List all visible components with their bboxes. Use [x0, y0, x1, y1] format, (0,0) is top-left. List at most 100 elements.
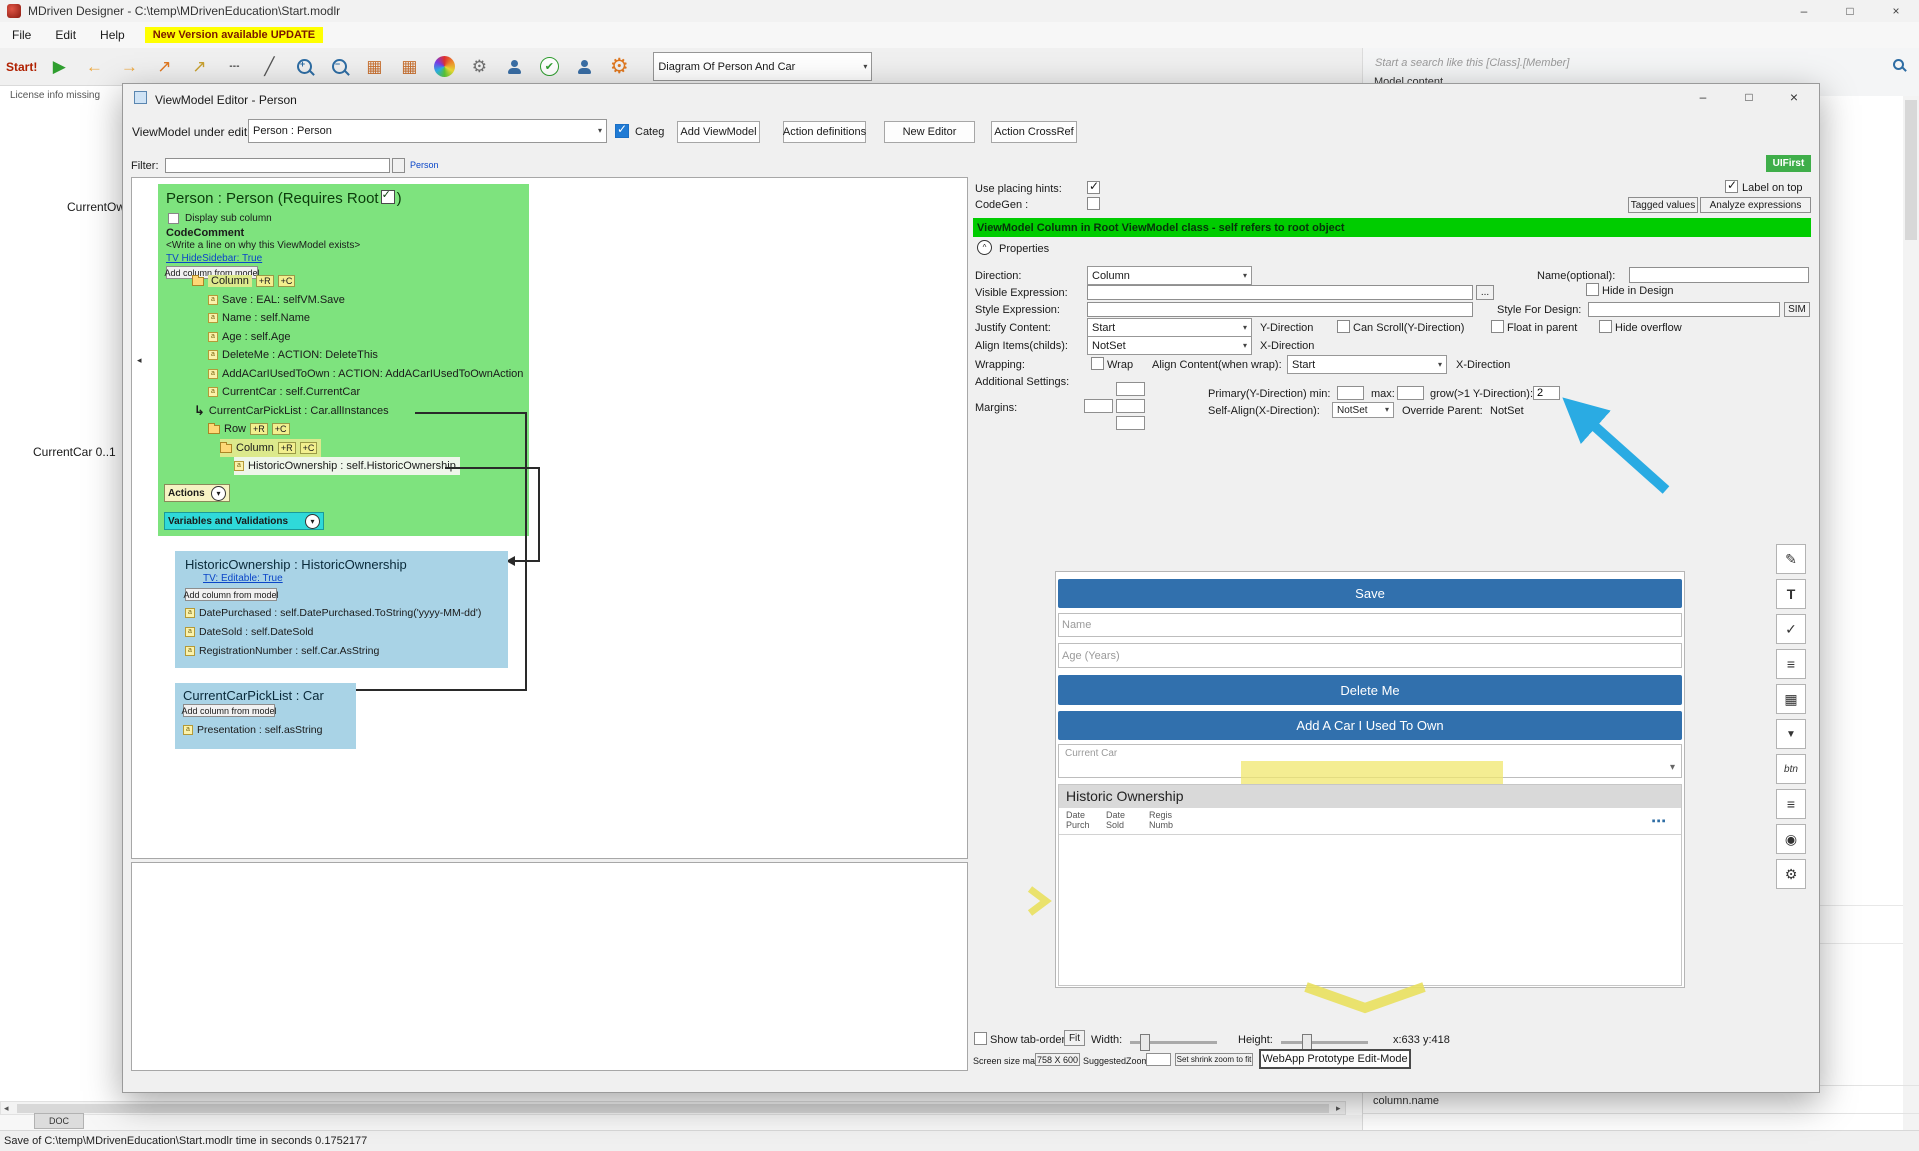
- tree-item-currentcarpicklist[interactable]: ↳ CurrentCarPickList : Car.allInstances: [194, 402, 389, 420]
- preview-age-input[interactable]: [1058, 643, 1682, 668]
- side-icon-image[interactable]: ◉: [1776, 824, 1806, 854]
- column-header[interactable]: RegisNumb: [1149, 810, 1173, 830]
- panel-item-datepurchased[interactable]: a DatePurchased : self.DatePurchased.ToS…: [185, 604, 481, 622]
- panel-item-registrationnumber[interactable]: a RegistrationNumber : self.Car.AsString: [185, 642, 379, 660]
- filter-clear-button[interactable]: [392, 158, 405, 173]
- side-icon-list-action[interactable]: ≡: [1776, 649, 1806, 679]
- color-wheel-icon[interactable]: [431, 52, 457, 82]
- tree-item-name[interactable]: a Name : self.Name: [208, 309, 310, 327]
- requires-root-checkbox[interactable]: [381, 190, 395, 204]
- tree-item-deleteme[interactable]: a DeleteMe : ACTION: DeleteThis: [208, 346, 378, 364]
- viewmodel-selector[interactable]: Person : Person ▾: [248, 119, 607, 143]
- margin-top-input[interactable]: [1116, 382, 1145, 396]
- dialog-maximize-button[interactable]: □: [1732, 84, 1766, 110]
- side-icon-edit[interactable]: ✎: [1776, 544, 1806, 574]
- canvas-hscrollbar[interactable]: ◂ ▸: [0, 1101, 1346, 1115]
- tree-item-age[interactable]: a Age : self.Age: [208, 328, 291, 346]
- start-label[interactable]: Start!: [6, 60, 37, 74]
- row-tag[interactable]: +R: [256, 275, 274, 287]
- action-definitions-button[interactable]: Action definitions: [783, 121, 866, 143]
- side-icon-dropdown[interactable]: ▼: [1776, 719, 1806, 749]
- sim-button[interactable]: SIM: [1784, 302, 1810, 317]
- preview-name-input[interactable]: [1058, 613, 1682, 637]
- diagram-selector[interactable]: Diagram Of Person And Car ▾: [653, 52, 872, 81]
- webapp-prototype-button[interactable]: WebApp Prototype Edit-Mode: [1259, 1049, 1411, 1069]
- visible-expression-input[interactable]: [1087, 285, 1473, 300]
- float-in-parent-checkbox[interactable]: [1491, 320, 1504, 333]
- side-icon-table[interactable]: ▦: [1776, 684, 1806, 714]
- fit-button[interactable]: Fit: [1064, 1030, 1085, 1046]
- back-icon[interactable]: ←: [81, 52, 107, 82]
- generalization-icon[interactable]: ↗: [186, 52, 212, 82]
- preview-save-button[interactable]: Save: [1058, 579, 1682, 608]
- tab-doc[interactable]: DOC: [34, 1113, 84, 1129]
- minimize-button[interactable]: –: [1781, 0, 1827, 22]
- style-expression-input[interactable]: [1087, 302, 1473, 317]
- association-icon[interactable]: ↗: [151, 52, 177, 82]
- hide-overflow-checkbox[interactable]: [1599, 320, 1612, 333]
- search-icon[interactable]: [1893, 59, 1904, 70]
- tree-item-currentcar[interactable]: a CurrentCar : self.CurrentCar: [208, 383, 360, 401]
- name-optional-input[interactable]: [1629, 267, 1809, 283]
- tree-item-historicownership[interactable]: a HistoricOwnership : self.HistoricOwner…: [234, 457, 460, 475]
- side-icon-list[interactable]: ≡: [1776, 789, 1806, 819]
- update-banner[interactable]: New Version available UPDATE: [145, 27, 323, 43]
- scrollbar-thumb[interactable]: [1905, 100, 1917, 240]
- scrollbar-thumb[interactable]: [17, 1104, 1329, 1113]
- code-comment-placeholder[interactable]: <Write a line on why this ViewModel exis…: [166, 240, 360, 251]
- validate-icon[interactable]: ✔: [536, 52, 562, 82]
- model-search-input[interactable]: [1372, 52, 1877, 74]
- codegen-checkbox[interactable]: [1087, 197, 1100, 210]
- side-icon-settings[interactable]: ⚙: [1776, 859, 1806, 889]
- preview-delete-button[interactable]: Delete Me: [1058, 675, 1682, 705]
- preview-addcar-button[interactable]: Add A Car I Used To Own: [1058, 711, 1682, 740]
- use-placing-hints-checkbox[interactable]: [1087, 181, 1100, 194]
- column-tag[interactable]: +C: [300, 442, 318, 454]
- gear-icon[interactable]: ⚙: [466, 52, 492, 82]
- zoom-out-icon[interactable]: −: [326, 52, 352, 82]
- hide-in-design-checkbox[interactable]: [1586, 283, 1599, 296]
- panel-item-presentation[interactable]: a Presentation : self.asString: [183, 721, 322, 739]
- row-tag[interactable]: +R: [250, 423, 268, 435]
- show-tab-order-checkbox[interactable]: [974, 1032, 987, 1045]
- maximize-button[interactable]: □: [1827, 0, 1873, 22]
- form-icon[interactable]: ▦: [361, 52, 387, 82]
- tree-item-column[interactable]: Column +R +C: [192, 272, 295, 290]
- side-icon-checkbox[interactable]: ✓: [1776, 614, 1806, 644]
- settings-gear-icon[interactable]: ⚙: [606, 52, 632, 82]
- person-icon[interactable]: [501, 52, 527, 82]
- column-header[interactable]: DateSold: [1106, 810, 1125, 830]
- height-slider[interactable]: [1281, 1041, 1368, 1044]
- collapse-arrow-icon[interactable]: ◂: [137, 355, 142, 366]
- side-icon-text[interactable]: T: [1776, 579, 1806, 609]
- direction-select[interactable]: Column▾: [1087, 266, 1252, 285]
- add-column-button[interactable]: Add column from model: [183, 704, 275, 717]
- expression-editor-button[interactable]: ...: [1476, 285, 1494, 300]
- scroll-left-icon[interactable]: ◂: [4, 1103, 9, 1114]
- line-tool-icon[interactable]: ╱: [256, 52, 282, 82]
- collapse-properties-icon[interactable]: ^: [977, 240, 992, 255]
- tree-item-column-selected[interactable]: Column +R +C: [220, 439, 321, 457]
- primary-max-input[interactable]: [1397, 386, 1424, 400]
- menu-file[interactable]: File: [12, 28, 31, 42]
- more-options-icon[interactable]: ⋯: [1651, 812, 1667, 830]
- close-button[interactable]: ×: [1873, 0, 1919, 22]
- can-scroll-checkbox[interactable]: [1337, 320, 1350, 333]
- margin-left-input[interactable]: [1084, 399, 1113, 413]
- model-row-column-name[interactable]: column.name: [1373, 1095, 1439, 1107]
- categories-checkbox[interactable]: [615, 124, 629, 138]
- action-crossref-button[interactable]: Action CrossRef: [991, 121, 1077, 143]
- analyze-expressions-button[interactable]: Analyze expressions: [1700, 197, 1811, 213]
- self-align-select[interactable]: NotSet▾: [1332, 402, 1394, 418]
- tree-item-save[interactable]: a Save : EAL: selfVM.Save: [208, 291, 345, 309]
- add-column-button[interactable]: Add column from model: [185, 588, 277, 601]
- menu-help[interactable]: Help: [100, 28, 125, 42]
- display-sub-column-checkbox[interactable]: [168, 213, 179, 224]
- scroll-right-icon[interactable]: ▸: [1336, 1103, 1341, 1114]
- filter-class-chip[interactable]: Person: [410, 160, 439, 170]
- panel-item-datesold[interactable]: a DateSold : self.DateSold: [185, 623, 313, 641]
- dialog-minimize-button[interactable]: –: [1686, 84, 1720, 110]
- align-content-select[interactable]: Start▾: [1287, 355, 1447, 374]
- column-tag[interactable]: +C: [272, 423, 290, 435]
- form-alt-icon[interactable]: ▦: [396, 52, 422, 82]
